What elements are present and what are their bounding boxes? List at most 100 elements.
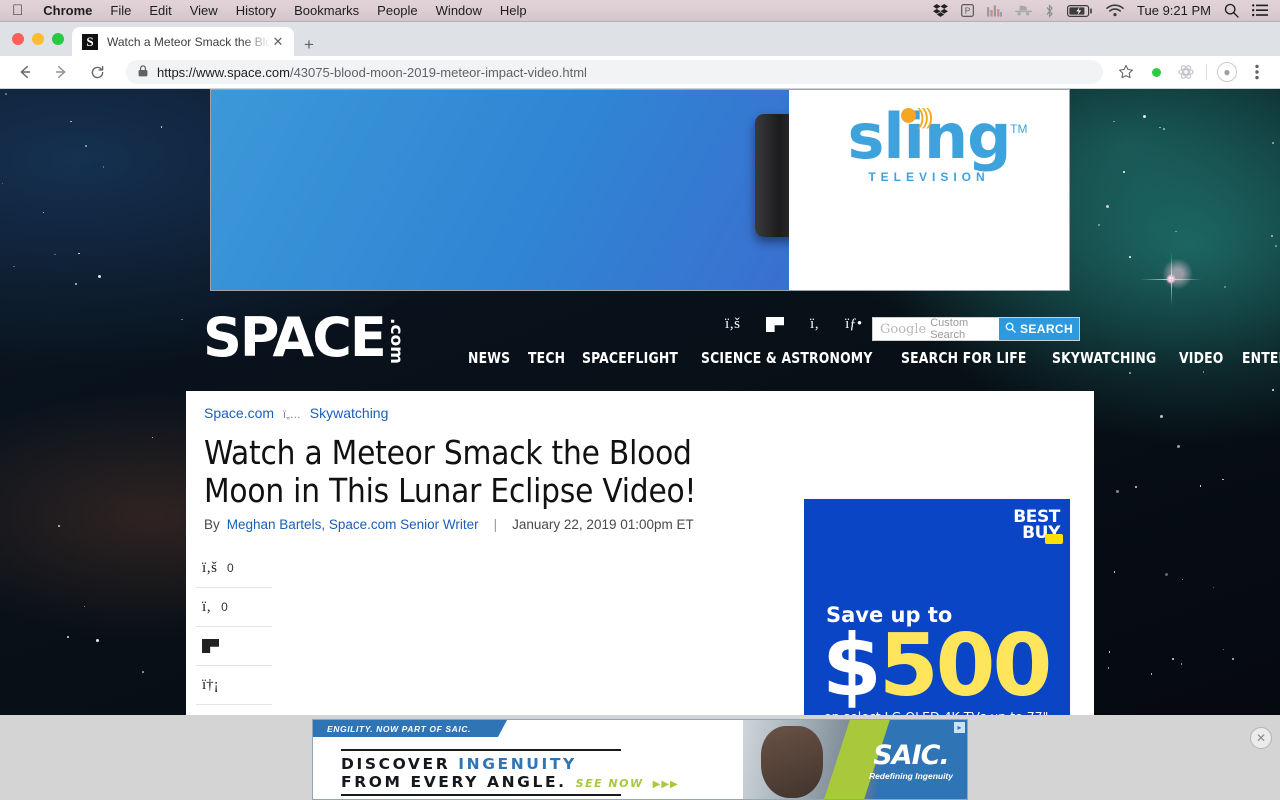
saic-line1-b: INGENUITY xyxy=(458,755,577,773)
logo-word: SPACE xyxy=(203,306,387,369)
macos-menubar:  Chrome File Edit View History Bookmark… xyxy=(0,0,1280,22)
sling-dot-icon xyxy=(900,108,916,123)
maximize-window-button[interactable] xyxy=(52,33,64,45)
extension-grid-icon[interactable] xyxy=(1171,58,1201,86)
saic-line1: DISCOVER INGENUITY xyxy=(341,755,577,773)
nav-item-science-astronomy[interactable]: SCIENCE & ASTRONOMY xyxy=(701,349,873,367)
saic-logo-name: SAIC. xyxy=(869,742,953,769)
saic-line2: FROM EVERY ANGLE. SEE NOW ▶▶▶ xyxy=(341,773,679,791)
saic-rule-top xyxy=(341,749,621,751)
close-icon[interactable]: ✕ xyxy=(270,34,286,50)
nav-item-search-for-life[interactable]: SEARCH FOR LIFE xyxy=(901,349,1027,367)
forward-arrow-icon[interactable] xyxy=(46,57,76,87)
lock-icon xyxy=(138,64,148,80)
menubar-item-bookmarks[interactable]: Bookmarks xyxy=(285,3,368,18)
browser-tab-strip: S Watch a Meteor Smack the Blo ✕ + xyxy=(0,22,1280,56)
menubar-item-chrome[interactable]: Chrome xyxy=(34,3,101,18)
equalizer-icon[interactable] xyxy=(987,4,1003,17)
nav-item-video[interactable]: VIDEO xyxy=(1179,349,1223,367)
saic-tagline: Redefining Ingenuity xyxy=(868,771,953,781)
search-placeholder: Custom Search xyxy=(930,317,969,341)
bluetooth-icon[interactable] xyxy=(1045,3,1054,18)
facebook-share-icon[interactable]: ï‚š 0 xyxy=(196,549,272,588)
saic-logo-dot: . xyxy=(939,740,949,771)
twitter-share-count: 0 xyxy=(221,600,228,614)
rss-icon[interactable]: ïƒ• xyxy=(845,316,862,333)
saic-line1-a: DISCOVER xyxy=(341,755,451,773)
saic-ad[interactable]: ENGILITY. NOW PART OF SAIC. DISCOVER ING… xyxy=(312,719,968,800)
pocket-icon[interactable]: P xyxy=(961,4,975,17)
email-share-glyph: ï†¡ xyxy=(202,676,219,693)
back-arrow-icon[interactable] xyxy=(10,57,40,87)
battery-charging-icon[interactable] xyxy=(1067,4,1093,17)
nav-item-spaceflight[interactable]: SPACEFLIGHT xyxy=(582,349,678,367)
breadcrumb-section[interactable]: Skywatching xyxy=(310,405,389,421)
nav-item-news[interactable]: NEWS xyxy=(468,349,510,367)
three-dot-menu-icon[interactable] xyxy=(1242,58,1272,86)
space-s-favicon: S xyxy=(82,33,98,50)
dropbox-icon[interactable] xyxy=(933,4,948,17)
byline-prefix: By xyxy=(204,517,220,532)
wifi-icon[interactable] xyxy=(1106,4,1124,17)
reload-icon[interactable] xyxy=(82,57,112,87)
apple-menu-icon[interactable]:  xyxy=(0,3,34,18)
menubar-item-edit[interactable]: Edit xyxy=(140,3,180,18)
menubar-item-help[interactable]: Help xyxy=(491,3,536,18)
toolbar-divider xyxy=(1206,64,1207,80)
menubar-clock[interactable]: Tue 9:21 PM xyxy=(1137,3,1211,18)
close-icon[interactable]: ✕ xyxy=(1250,727,1272,749)
menubar-item-window[interactable]: Window xyxy=(427,3,491,18)
star-icon[interactable] xyxy=(1111,58,1141,86)
close-window-button[interactable] xyxy=(12,33,24,45)
space-com-logo[interactable]: SPACE .com xyxy=(203,311,406,365)
ad-left-panel xyxy=(211,90,799,290)
menubar-item-people[interactable]: People xyxy=(368,3,426,18)
instagram-icon[interactable]: ï‚ xyxy=(810,316,819,333)
search-button[interactable]: SEARCH xyxy=(999,318,1079,340)
amount-value: 500 xyxy=(878,616,1053,716)
twitter-share-icon[interactable]: ï‚ 0 xyxy=(196,588,272,627)
url-path: /43075-blood-moon-2019-meteor-impact-vid… xyxy=(289,64,587,80)
menubar-item-view[interactable]: View xyxy=(181,3,227,18)
sling-waves-icon: ))) xyxy=(917,104,934,129)
profile-avatar-icon[interactable]: ● xyxy=(1212,58,1242,86)
saic-ad-copy: ENGILITY. NOW PART OF SAIC. DISCOVER ING… xyxy=(313,720,743,799)
sticky-ad-bar: ENGILITY. NOW PART OF SAIC. DISCOVER ING… xyxy=(0,715,1280,800)
incognito-hat-icon[interactable] xyxy=(1015,5,1033,16)
breadcrumb-root[interactable]: Space.com xyxy=(204,405,274,421)
flipboard-share-icon[interactable] xyxy=(196,627,272,666)
facebook-icon[interactable]: ï‚š xyxy=(725,316,740,333)
saic-logo: SAIC. Redefining Ingenuity xyxy=(869,742,953,781)
best-buy-logo: BEST BUY xyxy=(1013,508,1063,544)
address-bar[interactable]: https://www.space.com/43075-blood-moon-2… xyxy=(126,60,1103,84)
minimize-window-button[interactable] xyxy=(32,33,44,45)
menubar-item-history[interactable]: History xyxy=(227,3,285,18)
menubar-item-file[interactable]: File xyxy=(101,3,140,18)
logo-suffix: .com xyxy=(385,318,406,364)
page-title: Watch a Meteor Smack the Blood Moon in T… xyxy=(204,433,697,510)
plus-icon[interactable]: + xyxy=(298,34,320,56)
twitter-share-glyph: ï‚ xyxy=(202,598,212,615)
browser-tab[interactable]: S Watch a Meteor Smack the Blo ✕ xyxy=(72,27,294,56)
byline-author[interactable]: Meghan Bartels, Space.com Senior Writer xyxy=(227,517,479,532)
site-search[interactable]: Google Custom Search SEARCH xyxy=(872,317,1080,341)
menubar-status-area: P Tue 9:21 PM xyxy=(933,3,1280,18)
adchoices-icon[interactable]: ▸ xyxy=(954,722,965,733)
email-share-icon[interactable]: ï†¡ xyxy=(196,666,272,705)
nav-item-entertainment[interactable]: ENTERTAINMENT xyxy=(1242,349,1280,367)
notification-center-icon[interactable] xyxy=(1252,4,1268,17)
spotlight-search-icon[interactable] xyxy=(1224,3,1239,18)
flipboard-share-glyph xyxy=(202,639,219,653)
byline: By Meghan Bartels, Space.com Senior Writ… xyxy=(204,517,694,532)
green-dot-icon[interactable] xyxy=(1141,58,1171,86)
saic-cta[interactable]: SEE NOW xyxy=(576,777,644,790)
sling-subtitle: TELEVISION xyxy=(868,170,990,184)
toolbar-trailing-icons: ● xyxy=(1111,58,1280,86)
svg-text:P: P xyxy=(965,6,971,16)
search-input[interactable]: Google Custom Search xyxy=(873,317,999,341)
twitter-icon[interactable] xyxy=(766,317,784,332)
tab-title: Watch a Meteor Smack the Blo xyxy=(107,34,270,49)
nav-item-skywatching[interactable]: SKYWATCHING xyxy=(1052,349,1156,367)
top-leaderboard-ad[interactable]: sling ))) TM TELEVISION xyxy=(210,89,1070,291)
nav-item-tech[interactable]: TECH xyxy=(528,349,565,367)
